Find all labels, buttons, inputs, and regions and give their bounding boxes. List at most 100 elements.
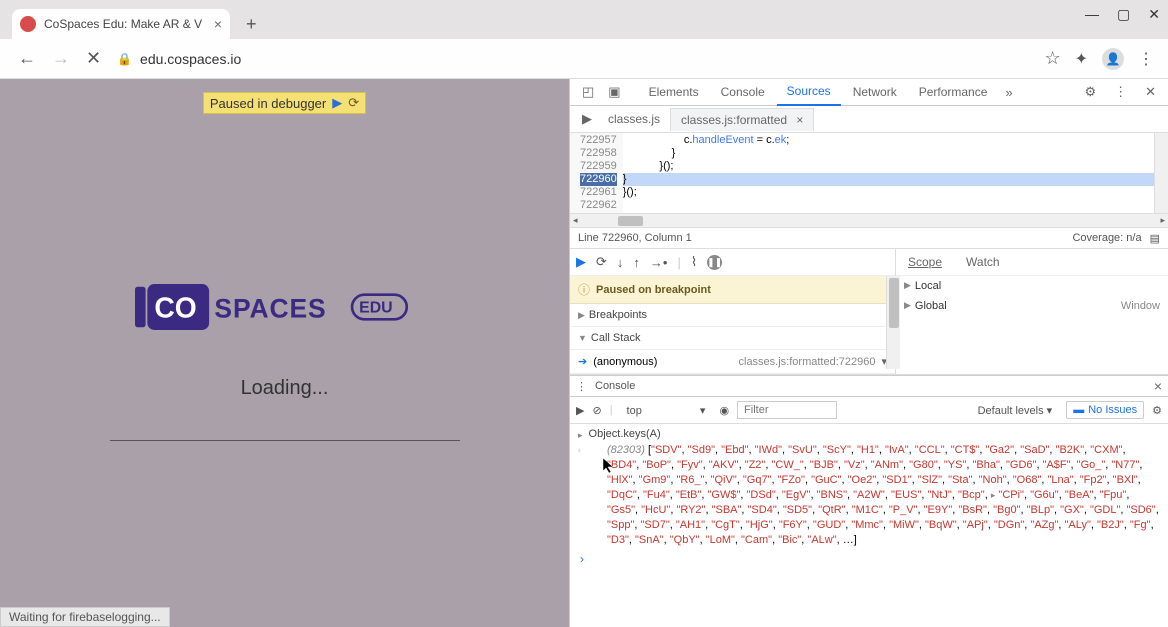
scope-tab[interactable]: Scope xyxy=(896,250,954,274)
console-drawer-header: ⋮ Console × xyxy=(570,375,1168,397)
expand-result-icon[interactable]: ▸ xyxy=(578,430,583,441)
live-expression-icon[interactable]: ◉ xyxy=(719,404,729,417)
code-editor[interactable]: 722957722958722959722960722961722962 c.h… xyxy=(570,133,1168,213)
more-tabs-icon[interactable]: » xyxy=(999,81,1018,104)
file-tab-classes[interactable]: classes.js xyxy=(598,108,670,130)
step-icon[interactable]: ⟳ xyxy=(348,95,359,111)
callstack-section[interactable]: ▼ Call Stack xyxy=(570,327,895,350)
code-horizontal-scrollbar[interactable]: ◂ ▸ xyxy=(570,213,1168,227)
lock-icon: 🔒 xyxy=(117,52,132,66)
step-out-button[interactable]: ↑ xyxy=(633,255,640,270)
forward-button[interactable]: → xyxy=(44,44,78,73)
no-issues-badge[interactable]: ▬ No Issues xyxy=(1066,401,1144,419)
scope-local[interactable]: ▶ Local xyxy=(896,276,1168,296)
step-over-button[interactable]: ⟳ xyxy=(596,254,607,270)
console-prompt[interactable]: › xyxy=(580,552,1160,566)
devtools-panel: ◰ ▣ Elements Console Sources Network Per… xyxy=(569,79,1168,627)
deactivate-breakpoints-button[interactable]: ⌇ xyxy=(691,254,697,270)
pause-exceptions-button[interactable]: ❚❚ xyxy=(707,255,722,270)
console-settings-icon[interactable]: ⚙ xyxy=(1152,404,1162,417)
svg-text:SPACES: SPACES xyxy=(214,294,326,324)
close-console-icon[interactable]: × xyxy=(1154,378,1162,394)
close-devtools-icon[interactable]: ✕ xyxy=(1139,80,1162,104)
file-tab-formatted[interactable]: classes.js:formatted × xyxy=(670,108,814,131)
extensions-icon[interactable]: ✦ xyxy=(1075,49,1088,69)
browser-status-bar: Waiting for firebaselogging... xyxy=(0,607,170,627)
info-icon: ⓘ xyxy=(578,281,590,298)
console-menu-icon[interactable]: ⋮ xyxy=(576,380,587,393)
code-vertical-scrollbar[interactable] xyxy=(1154,133,1168,213)
tab-close-icon[interactable]: × xyxy=(214,16,222,32)
watch-tab[interactable]: Watch xyxy=(954,250,1012,274)
cursor-icon xyxy=(602,457,616,475)
url-field[interactable]: 🔒 edu.cospaces.io xyxy=(109,51,1044,67)
resume-icon[interactable]: ▶ xyxy=(332,95,342,111)
svg-text:EDU: EDU xyxy=(359,299,393,316)
context-select[interactable]: top ▾ xyxy=(621,402,712,419)
console-filter-input[interactable] xyxy=(737,401,837,419)
menu-icon[interactable]: ⋮ xyxy=(1138,49,1154,69)
close-window-icon[interactable]: ✕ xyxy=(1148,6,1160,23)
coverage-icon[interactable]: ▤ xyxy=(1150,232,1160,245)
output-indicator-icon: ‹ xyxy=(578,445,581,548)
current-frame-icon: ➔ xyxy=(578,355,587,368)
console-output[interactable]: ▸ Object.keys(A) ‹ (82303) ["SDV", "Sd9"… xyxy=(570,424,1168,627)
device-icon[interactable]: ▣ xyxy=(602,80,626,104)
minimize-icon[interactable]: — xyxy=(1085,6,1099,23)
close-file-icon[interactable]: × xyxy=(796,113,803,127)
scope-global[interactable]: ▶ Global Window xyxy=(896,296,1168,316)
debugger-pause-banner: Paused in debugger ▶ ⟳ xyxy=(203,92,366,114)
kebab-icon[interactable]: ⋮ xyxy=(1108,80,1133,104)
stop-button[interactable]: ✕ xyxy=(78,44,109,73)
inspect-icon[interactable]: ◰ xyxy=(576,80,600,104)
browser-tab[interactable]: CoSpaces Edu: Make AR & V × xyxy=(12,9,230,39)
file-tabs: ▶ classes.js classes.js:formatted × xyxy=(570,106,1168,133)
debug-scrollbar[interactable] xyxy=(886,276,900,369)
url-text: edu.cospaces.io xyxy=(140,51,241,67)
profile-avatar[interactable]: 👤 xyxy=(1102,48,1124,70)
tab-sources[interactable]: Sources xyxy=(777,78,841,106)
expand-icon: ▶ xyxy=(578,310,585,321)
loading-progress xyxy=(110,440,460,441)
console-toolbar: ▶ ⊘ | top ▾ ◉ Default levels ▾ ▬ No Issu… xyxy=(570,397,1168,424)
cursor-position: Line 722960, Column 1 xyxy=(578,232,692,244)
log-levels-select[interactable]: Default levels ▾ xyxy=(972,402,1059,419)
step-into-button[interactable]: ↓ xyxy=(617,255,624,270)
resume-button[interactable]: ▶ xyxy=(576,254,586,270)
collapse-icon: ▼ xyxy=(578,333,587,343)
navigator-icon[interactable]: ▶ xyxy=(576,107,598,131)
new-tab-button[interactable]: + xyxy=(238,10,265,39)
cospaces-logo: CO SPACES EDU xyxy=(135,279,435,335)
clear-console-icon[interactable]: ⊘ xyxy=(592,404,601,417)
paused-message: ⓘ Paused on breakpoint xyxy=(570,276,895,304)
tab-network[interactable]: Network xyxy=(843,79,907,105)
console-sidebar-icon[interactable]: ▶ xyxy=(576,404,584,417)
step-button[interactable]: →• xyxy=(650,255,668,270)
pause-text: Paused in debugger xyxy=(210,96,326,111)
settings-icon[interactable]: ⚙ xyxy=(1078,80,1102,104)
coverage-status: Coverage: n/a xyxy=(1072,232,1141,244)
back-button[interactable]: ← xyxy=(10,44,44,73)
debugger-left-pane: ▶ ⟳ ↓ ↑ →• | ⌇ ❚❚ ⓘ Paused on breakpoint… xyxy=(570,249,896,374)
tab-title: CoSpaces Edu: Make AR & V xyxy=(44,17,208,31)
page-content: Paused in debugger ▶ ⟳ CO SPACES EDU Loa… xyxy=(0,79,569,627)
favicon-icon xyxy=(20,16,36,32)
tab-performance[interactable]: Performance xyxy=(909,79,998,105)
breakpoints-section[interactable]: ▶ Breakpoints xyxy=(570,304,895,327)
svg-text:CO: CO xyxy=(154,292,196,324)
console-title: Console xyxy=(595,380,635,392)
tab-console[interactable]: Console xyxy=(711,79,775,105)
address-bar: ← → ✕ 🔒 edu.cospaces.io ☆ ✦ 👤 ⋮ xyxy=(0,39,1168,79)
tab-elements[interactable]: Elements xyxy=(639,79,709,105)
bookmark-icon[interactable]: ☆ xyxy=(1044,48,1060,69)
debugger-right-pane: Scope Watch ▶ Local ▶ Global Window xyxy=(896,249,1168,374)
console-expression: Object.keys(A) xyxy=(589,428,661,441)
maximize-icon[interactable]: ▢ xyxy=(1117,6,1130,23)
window-titlebar: CoSpaces Edu: Make AR & V × + — ▢ ✕ xyxy=(0,0,1168,39)
editor-status-bar: Line 722960, Column 1 Coverage: n/a ▤ xyxy=(570,227,1168,249)
stack-frame[interactable]: ➔ (anonymous) classes.js:formatted:72296… xyxy=(570,350,895,374)
devtools-tabs: ◰ ▣ Elements Console Sources Network Per… xyxy=(570,79,1168,106)
console-array-output: (82303) ["SDV", "Sd9", "Ebd", "IWd", "Sv… xyxy=(607,443,1160,548)
loading-text: Loading... xyxy=(241,377,329,400)
debugger-toolbar: ▶ ⟳ ↓ ↑ →• | ⌇ ❚❚ xyxy=(570,249,895,276)
